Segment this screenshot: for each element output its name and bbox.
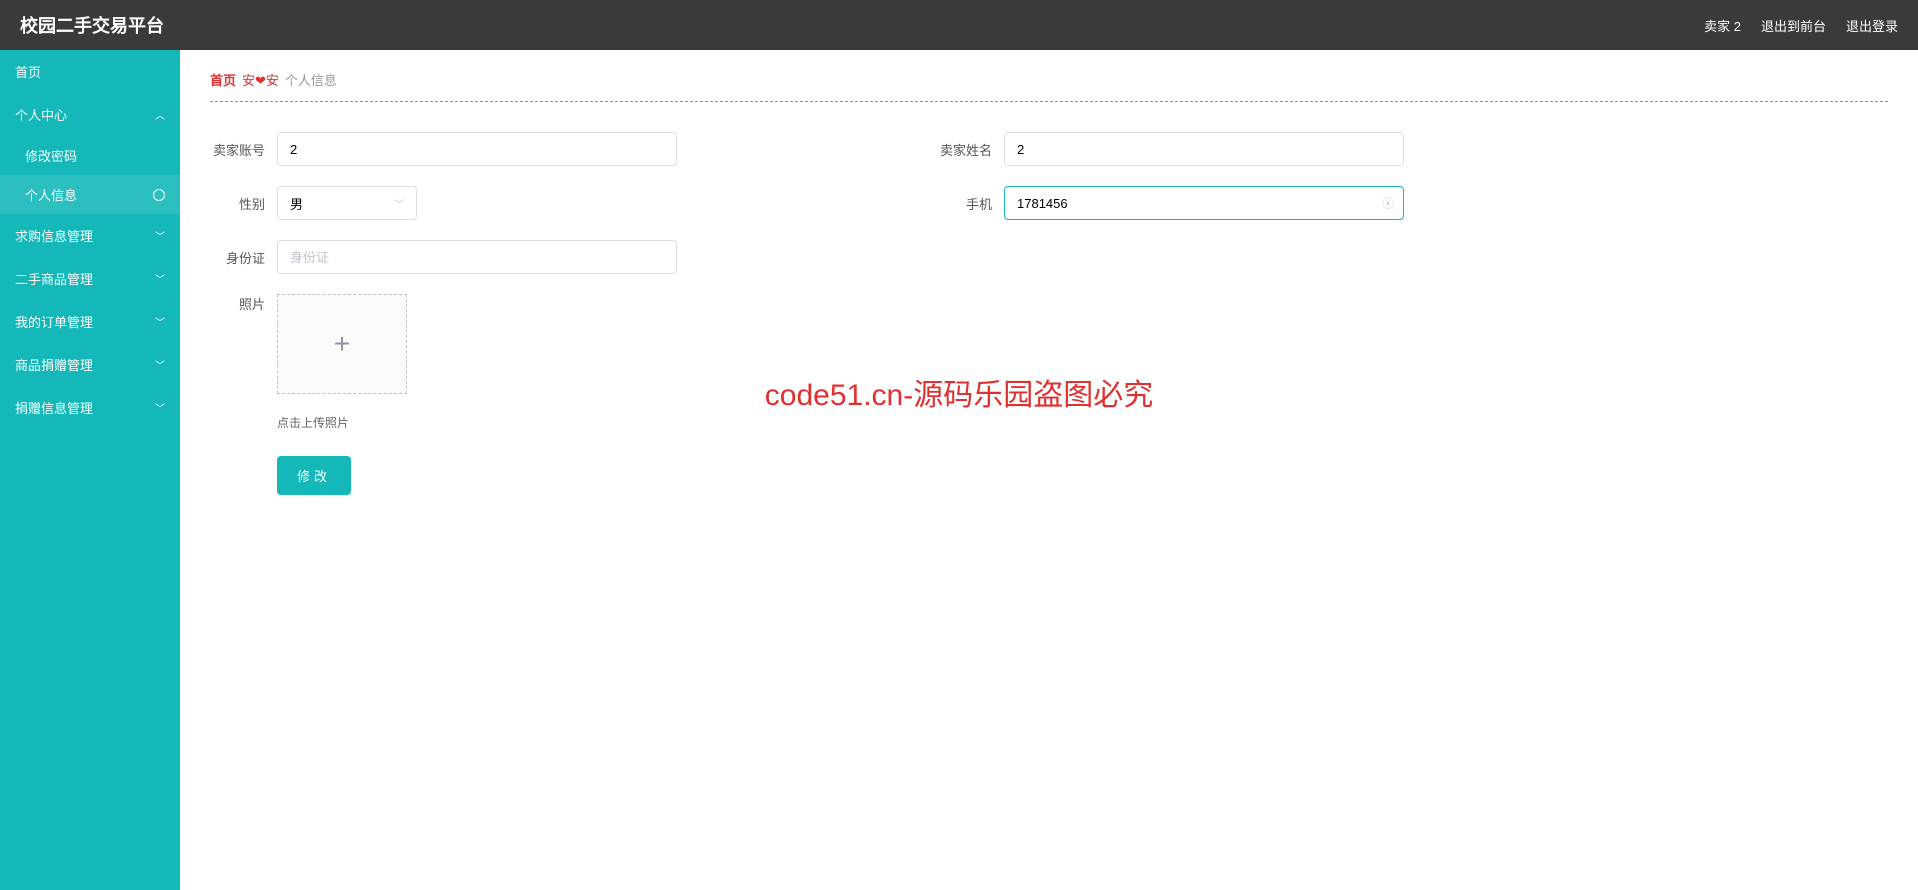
- sidebar-donation-info-mgmt[interactable]: 捐赠信息管理 ﹀: [0, 386, 180, 429]
- chevron-down-icon: ﹀: [155, 228, 165, 243]
- sidebar-home-label: 首页: [15, 62, 41, 81]
- sidebar-purchase-mgmt-label: 求购信息管理: [15, 226, 93, 245]
- breadcrumb-current: 个人信息: [285, 70, 337, 89]
- chevron-up-icon: ︿: [155, 107, 165, 122]
- sidebar-donation-mgmt-label: 商品捐赠管理: [15, 355, 93, 374]
- sidebar-change-password-label: 修改密码: [25, 146, 77, 165]
- sidebar-secondhand-mgmt-label: 二手商品管理: [15, 269, 93, 288]
- gender-select[interactable]: 男 ﹀: [277, 186, 417, 220]
- seller-name-input[interactable]: [1004, 132, 1404, 166]
- header-bar: 校园二手交易平台 卖家 2 退出到前台 退出登录: [0, 0, 1918, 50]
- logout-link[interactable]: 退出登录: [1846, 16, 1898, 35]
- sidebar-change-password[interactable]: 修改密码: [0, 136, 180, 175]
- header-right: 卖家 2 退出到前台 退出登录: [1704, 16, 1898, 35]
- breadcrumb-home[interactable]: 首页: [210, 70, 236, 89]
- exit-to-front-link[interactable]: 退出到前台: [1761, 16, 1826, 35]
- chevron-down-icon: ﹀: [155, 271, 165, 286]
- breadcrumb: 首页 安❤安 个人信息: [210, 70, 1888, 102]
- chevron-down-icon: ﹀: [155, 314, 165, 329]
- submit-button[interactable]: 修改: [277, 456, 351, 495]
- sidebar-personal-info[interactable]: 个人信息: [0, 175, 180, 214]
- photo-hint: 点击上传照片: [277, 414, 1888, 431]
- photo-upload[interactable]: +: [277, 294, 407, 394]
- clear-icon[interactable]: ⓧ: [1382, 195, 1394, 212]
- sidebar-personal-center-label: 个人中心: [15, 105, 67, 124]
- app-title: 校园二手交易平台: [20, 12, 164, 38]
- breadcrumb-heart-icon: 安❤安: [242, 70, 279, 89]
- plus-icon: +: [334, 328, 350, 360]
- id-card-input[interactable]: [277, 240, 677, 274]
- sidebar-order-mgmt[interactable]: 我的订单管理 ﹀: [0, 300, 180, 343]
- chevron-down-icon: ﹀: [394, 196, 404, 211]
- id-card-label: 身份证: [210, 248, 265, 267]
- photo-label: 照片: [210, 294, 265, 313]
- form-area: 卖家账号 卖家姓名 性别 男 ﹀ 手机: [210, 102, 1888, 495]
- phone-label: 手机: [937, 194, 992, 213]
- chevron-down-icon: ﹀: [155, 400, 165, 415]
- seller-account-label: 卖家账号: [210, 140, 265, 159]
- gender-label: 性别: [210, 194, 265, 213]
- chevron-down-icon: ﹀: [155, 357, 165, 372]
- sidebar-purchase-mgmt[interactable]: 求购信息管理 ﹀: [0, 214, 180, 257]
- sidebar: 首页 个人中心 ︿ 修改密码 个人信息 求购信息管理 ﹀ 二手商品管理 ﹀ 我的…: [0, 50, 180, 890]
- main-content: 首页 安❤安 个人信息 卖家账号 卖家姓名 性别 男: [180, 50, 1918, 890]
- gender-value: 男: [290, 194, 303, 213]
- active-indicator-icon: [153, 189, 165, 201]
- sidebar-secondhand-mgmt[interactable]: 二手商品管理 ﹀: [0, 257, 180, 300]
- sidebar-personal-center[interactable]: 个人中心 ︿: [0, 93, 180, 136]
- phone-input[interactable]: [1004, 186, 1404, 220]
- sidebar-personal-info-label: 个人信息: [25, 185, 77, 204]
- sidebar-order-mgmt-label: 我的订单管理: [15, 312, 93, 331]
- seller-name-label: 卖家姓名: [937, 140, 992, 159]
- user-label[interactable]: 卖家 2: [1704, 16, 1741, 35]
- sidebar-donation-mgmt[interactable]: 商品捐赠管理 ﹀: [0, 343, 180, 386]
- sidebar-home[interactable]: 首页: [0, 50, 180, 93]
- sidebar-donation-info-mgmt-label: 捐赠信息管理: [15, 398, 93, 417]
- seller-account-input[interactable]: [277, 132, 677, 166]
